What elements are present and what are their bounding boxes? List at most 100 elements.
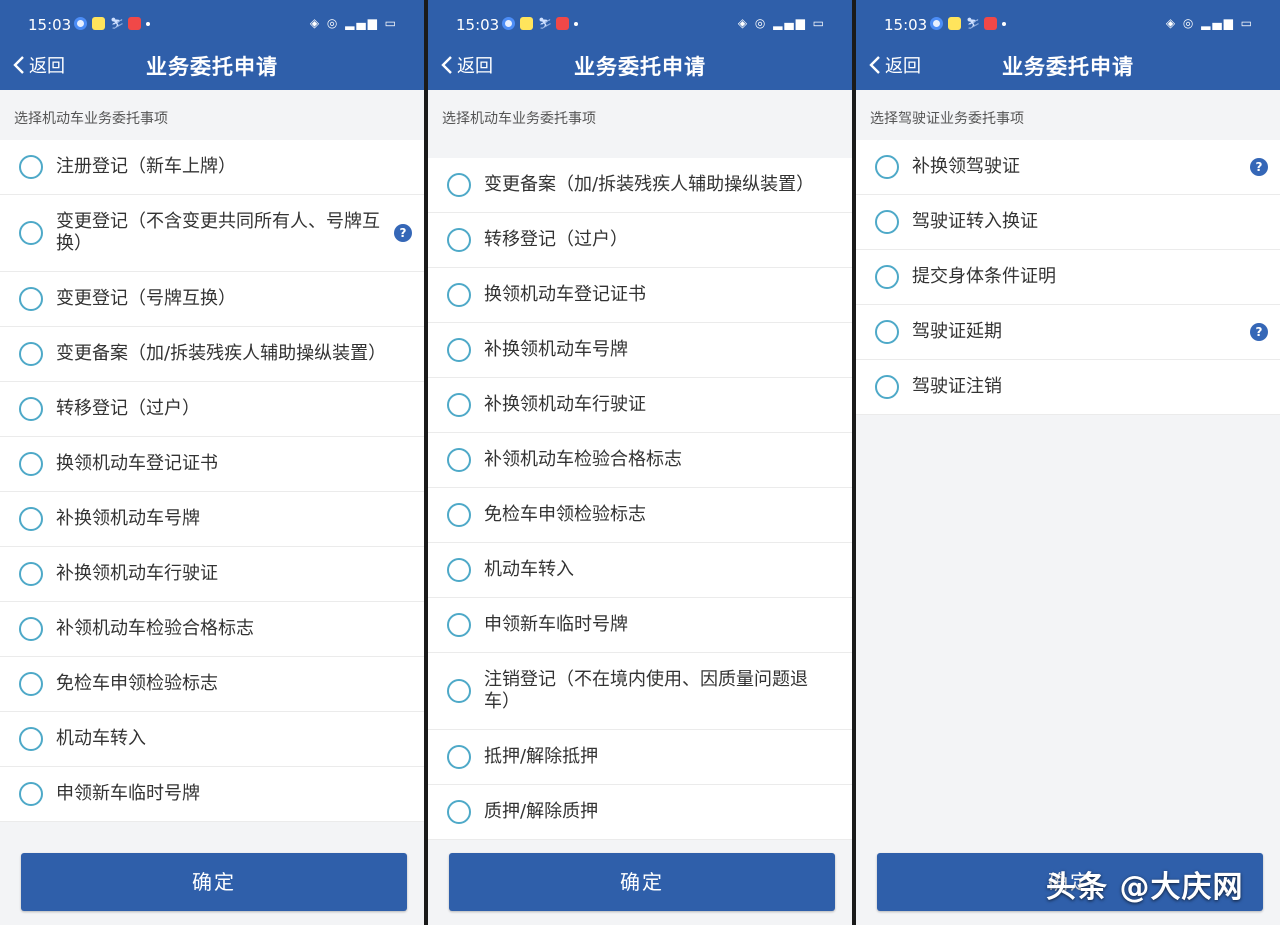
radio-button[interactable] [19, 727, 43, 751]
radio-button[interactable] [447, 800, 471, 824]
status-app-icons: ⛷ [930, 17, 1006, 30]
option-item[interactable]: 换领机动车登记证书 [428, 268, 852, 323]
signal-icon: ◈ ◎ ▂▄▆ ▭ [1165, 16, 1254, 30]
option-label: 补换领机动车号牌 [56, 508, 200, 529]
option-item[interactable]: 补换领驾驶证? [856, 140, 1280, 195]
option-label: 申领新车临时号牌 [56, 783, 200, 804]
option-item[interactable]: 补换领机动车号牌 [428, 323, 852, 378]
help-icon[interactable]: ? [1250, 158, 1268, 176]
radio-button[interactable] [19, 617, 43, 641]
option-label: 换领机动车登记证书 [484, 284, 646, 305]
option-item[interactable]: 转移登记（过户） [428, 213, 852, 268]
option-label: 注销登记（不在境内使用、因质量问题退车） [484, 669, 808, 712]
option-item[interactable]: 变更备案（加/拆装残疾人辅助操纵装置） [0, 327, 424, 382]
option-label: 补换领机动车行驶证 [484, 394, 646, 415]
radio-button[interactable] [875, 265, 899, 289]
option-item[interactable]: 注册登记（新车上牌） [0, 140, 424, 195]
notification-dot-icon [1002, 21, 1006, 26]
notification-app-icon [948, 17, 961, 30]
radio-button[interactable] [19, 287, 43, 311]
option-item[interactable]: 质押/解除质押 [428, 785, 852, 840]
section-label: 选择机动车业务委托事项 [14, 111, 168, 127]
option-label: 转移登记（过户） [484, 229, 628, 250]
radio-button[interactable] [19, 782, 43, 806]
notification-app-icon [128, 17, 141, 30]
radio-button[interactable] [19, 342, 43, 366]
option-item[interactable]: 变更登记（号牌互换） [0, 272, 424, 327]
radio-button[interactable] [447, 228, 471, 252]
option-item[interactable]: 驾驶证转入换证 [856, 195, 1280, 250]
radio-button[interactable] [447, 745, 471, 769]
radio-button[interactable] [447, 558, 471, 582]
notification-app-icon: ⛷ [966, 17, 980, 30]
signal-icon: ◈ ◎ ▂▄▆ ▭ [309, 16, 398, 30]
radio-button[interactable] [19, 397, 43, 421]
option-item[interactable]: 补换领机动车行驶证 [428, 378, 852, 433]
option-item[interactable]: 变更登记（不含变更共同所有人、号牌互换）? [0, 195, 424, 272]
option-label: 提交身体条件证明 [912, 266, 1056, 287]
option-label: 机动车转入 [56, 728, 146, 749]
status-app-icons: ⛷ [74, 17, 150, 30]
radio-button[interactable] [19, 155, 43, 179]
option-label: 机动车转入 [484, 559, 574, 580]
option-label: 补换领机动车号牌 [484, 339, 628, 360]
radio-button[interactable] [447, 613, 471, 637]
radio-button[interactable] [447, 393, 471, 417]
option-item[interactable]: 抵押/解除抵押 [428, 730, 852, 785]
option-list: 变更备案（加/拆装残疾人辅助操纵装置） 转移登记（过户） 换领机动车登记证书 补换领机… [428, 158, 852, 840]
radio-button[interactable] [447, 503, 471, 527]
help-icon[interactable]: ? [394, 224, 412, 242]
option-label: 补领机动车检验合格标志 [56, 618, 254, 639]
option-item[interactable]: 补换领机动车号牌 [0, 492, 424, 547]
radio-button[interactable] [19, 672, 43, 696]
option-label: 变更备案（加/拆装残疾人辅助操纵装置） [484, 174, 815, 195]
option-item[interactable]: 补领机动车检验合格标志 [0, 602, 424, 657]
page-title: 业务委托申请 [574, 55, 706, 79]
phone-screen-1: 15:03 ⛷ ◈ ◎ ▂▄▆ ▭ 返回 业务委托申请 选择机动车业务委托事项 注册登记（新… [0, 0, 424, 925]
option-item[interactable]: 申领新车临时号牌 [428, 598, 852, 653]
option-list: 补换领驾驶证? 驾驶证转入换证 提交身体条件证明 驾驶证延期? 驾驶证注销 [856, 140, 1280, 415]
option-label: 补领机动车检验合格标志 [484, 449, 682, 470]
option-item[interactable]: 驾驶证注销 [856, 360, 1280, 415]
radio-button[interactable] [875, 155, 899, 179]
option-item[interactable]: 变更备案（加/拆装残疾人辅助操纵装置） [428, 158, 852, 213]
confirm-button[interactable]: 确定 [21, 853, 407, 911]
option-item[interactable]: 换领机动车登记证书 [0, 437, 424, 492]
option-item[interactable]: 补领机动车检验合格标志 [428, 433, 852, 488]
option-item[interactable]: 机动车转入 [0, 712, 424, 767]
radio-button[interactable] [19, 562, 43, 586]
radio-button[interactable] [447, 679, 471, 703]
option-item[interactable]: 免检车申领检验标志 [428, 488, 852, 543]
option-item[interactable]: 机动车转入 [428, 543, 852, 598]
radio-button[interactable] [875, 210, 899, 234]
option-item[interactable]: 补换领机动车行驶证 [0, 547, 424, 602]
radio-button[interactable] [875, 375, 899, 399]
radio-button[interactable] [19, 221, 43, 245]
option-item[interactable]: 提交身体条件证明 [856, 250, 1280, 305]
option-label: 变更登记（不含变更共同所有人、号牌互换） [56, 211, 380, 254]
nav-bar: 返回 业务委托申请 [0, 40, 424, 90]
radio-button[interactable] [447, 448, 471, 472]
radio-button[interactable] [447, 173, 471, 197]
help-icon[interactable]: ? [1250, 323, 1268, 341]
option-label: 驾驶证延期 [912, 321, 1002, 342]
option-label: 变更备案（加/拆装残疾人辅助操纵装置） [56, 343, 387, 364]
radio-button[interactable] [875, 320, 899, 344]
option-item[interactable]: 申领新车临时号牌 [0, 767, 424, 822]
option-list: 注册登记（新车上牌） 变更登记（不含变更共同所有人、号牌互换）? 变更登记（号牌互换… [0, 140, 424, 822]
radio-button[interactable] [19, 452, 43, 476]
radio-button[interactable] [447, 338, 471, 362]
confirm-button[interactable]: 确定 [449, 853, 835, 911]
notification-app-icon [556, 17, 569, 30]
option-item[interactable]: 转移登记（过户） [0, 382, 424, 437]
option-item[interactable]: 注销登记（不在境内使用、因质量问题退车） [428, 653, 852, 730]
radio-button[interactable] [19, 507, 43, 531]
radio-button[interactable] [447, 283, 471, 307]
option-label: 变更登记（号牌互换） [56, 288, 236, 309]
system-status-icons: ◈ ◎ ▂▄▆ ▭ [310, 16, 398, 30]
option-item[interactable]: 免检车申领检验标志 [0, 657, 424, 712]
watermark-text: 头条 @大庆网 [1046, 870, 1244, 905]
notification-app-icon [930, 17, 943, 30]
status-time: 15:03 [456, 16, 500, 34]
option-item[interactable]: 驾驶证延期? [856, 305, 1280, 360]
